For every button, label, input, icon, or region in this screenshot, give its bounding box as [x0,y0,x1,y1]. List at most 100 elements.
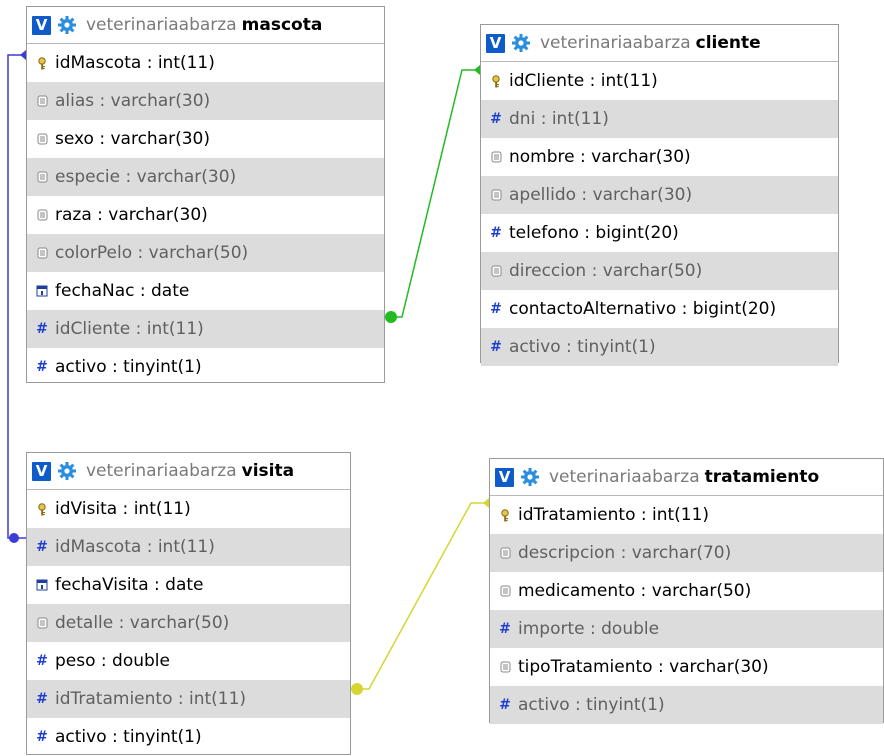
number-field-icon: # [36,653,48,669]
key-icon [499,508,511,521]
table-tratamiento[interactable]: Vveterinariaabarza tratamiento idTratamien… [489,458,884,724]
column-row[interactable]: idVisita : int(11) [27,490,350,528]
column-row[interactable]: # activo : tinyint(1) [27,718,350,756]
column-row[interactable]: # idTratamiento : int(11) [27,680,350,718]
text-field-icon [36,209,48,221]
column-label: alias : varchar(30) [55,91,211,111]
column-row[interactable]: # contactoAlternativo : bigint(20) [481,290,838,328]
column-label: contactoAlternativo : bigint(20) [509,299,777,319]
table-header[interactable]: Vveterinariaabarza tratamiento [490,459,883,496]
gear-icon[interactable] [519,466,541,488]
gear-icon[interactable] [510,32,532,54]
column-label: raza : varchar(30) [55,205,208,225]
column-row[interactable]: nombre : varchar(30) [481,138,838,176]
column-row[interactable]: # activo : tinyint(1) [481,328,838,366]
gear-icon[interactable] [56,14,78,36]
column-row[interactable]: fechaVisita : date [27,566,350,604]
text-field-icon [36,133,48,145]
toggle-columns-icon[interactable]: V [32,15,51,35]
text-field-icon [490,151,502,163]
text-field-icon [36,171,48,183]
column-label: apellido : varchar(30) [509,185,693,205]
table-visita[interactable]: Vveterinariaabarza visita idVisita : int(1… [26,452,351,755]
column-row[interactable]: colorPelo : varchar(50) [27,234,384,272]
relation-end-marker [9,533,19,543]
text-field-icon [36,617,48,629]
relation-end-marker [385,311,397,323]
table-header[interactable]: Vveterinariaabarza visita [27,453,350,490]
number-field-icon: # [36,321,48,337]
column-row[interactable]: descripcion : varchar(70) [490,534,883,572]
text-field-icon [499,585,511,597]
column-label: tipoTratamiento : varchar(30) [518,657,769,677]
column-row[interactable]: direccion : varchar(50) [481,252,838,290]
column-label: fechaVisita : date [55,575,204,595]
column-label: activo : tinyint(1) [55,727,202,747]
table-name: tratamiento [704,467,820,487]
column-label: colorPelo : varchar(50) [55,243,249,263]
column-row[interactable]: # telefono : bigint(20) [481,214,838,252]
gear-icon[interactable] [56,460,78,482]
table-mascota[interactable]: Vveterinariaabarza mascota idMascota : int… [26,6,385,383]
column-row[interactable]: especie : varchar(30) [27,158,384,196]
table-cliente[interactable]: Vveterinariaabarza cliente idCliente : int… [480,24,839,366]
column-label: fechaNac : date [55,281,190,301]
relation-line-mascota-visita [7,54,26,539]
column-row[interactable]: alias : varchar(30) [27,82,384,120]
database-name: veterinariaabarza [86,461,237,481]
toggle-columns-icon[interactable]: V [486,33,505,53]
column-row[interactable]: sexo : varchar(30) [27,120,384,158]
relation-line-tratamiento-visita [351,502,489,690]
key-icon [36,502,48,515]
column-row[interactable]: # idCliente : int(11) [27,310,384,348]
column-row[interactable]: # idMascota : int(11) [27,528,350,566]
column-row[interactable]: raza : varchar(30) [27,196,384,234]
column-label: idVisita : int(11) [55,499,191,519]
number-field-icon: # [490,111,502,127]
table-header[interactable]: Vveterinariaabarza cliente [481,25,838,62]
number-field-icon: # [490,225,502,241]
column-label: especie : varchar(30) [55,167,237,187]
column-row[interactable]: medicamento : varchar(50) [490,572,883,610]
column-row[interactable]: # dni : int(11) [481,100,838,138]
column-row[interactable]: fechaNac : date [27,272,384,310]
text-field-icon [499,661,511,673]
column-label: idMascota : int(11) [55,53,215,73]
number-field-icon: # [499,697,511,713]
text-field-icon [36,247,48,259]
number-field-icon: # [36,539,48,555]
column-label: idTratamiento : int(11) [55,689,247,709]
column-label: dni : int(11) [509,109,609,129]
column-row[interactable]: # importe : double [490,610,883,648]
text-field-icon [36,95,48,107]
key-icon [490,74,502,87]
column-row[interactable]: # peso : double [27,642,350,680]
column-label: importe : double [518,619,660,639]
column-row[interactable]: idCliente : int(11) [481,62,838,100]
column-row[interactable]: idMascota : int(11) [27,44,384,82]
relation-end-marker [351,683,363,695]
column-row[interactable]: detalle : varchar(50) [27,604,350,642]
key-icon [36,56,48,69]
text-field-icon [499,547,511,559]
date-field-icon [36,285,48,297]
column-label: nombre : varchar(30) [509,147,691,167]
column-row[interactable]: # activo : tinyint(1) [490,686,883,724]
database-name: veterinariaabarza [86,15,237,35]
text-field-icon [490,265,502,277]
column-row[interactable]: tipoTratamiento : varchar(30) [490,648,883,686]
column-label: idCliente : int(11) [509,71,658,91]
number-field-icon: # [36,359,48,375]
column-label: detalle : varchar(50) [55,613,230,633]
toggle-columns-icon[interactable]: V [32,461,51,481]
column-label: activo : tinyint(1) [55,357,202,377]
table-header[interactable]: Vveterinariaabarza mascota [27,7,384,44]
column-row[interactable]: # activo : tinyint(1) [27,348,384,386]
column-label: direccion : varchar(50) [509,261,703,281]
column-label: activo : tinyint(1) [518,695,665,715]
number-field-icon: # [490,301,502,317]
column-row[interactable]: apellido : varchar(30) [481,176,838,214]
toggle-columns-icon[interactable]: V [495,467,514,487]
column-label: activo : tinyint(1) [509,337,656,357]
column-row[interactable]: idTratamiento : int(11) [490,496,883,534]
